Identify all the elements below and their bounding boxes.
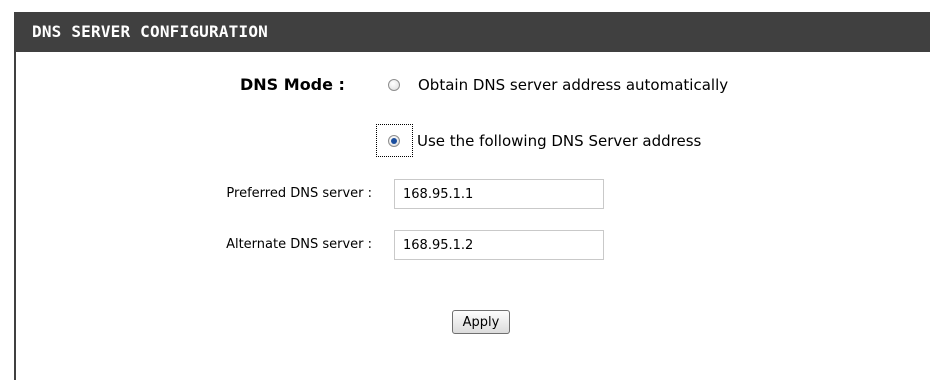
option-use-following-label: Use the following DNS Server address <box>417 132 702 150</box>
preferred-dns-label: Preferred DNS server : <box>226 186 372 201</box>
radio-obtain-automatically[interactable] <box>388 79 400 91</box>
apply-button[interactable]: Apply <box>452 310 510 334</box>
option-obtain-automatically-label: Obtain DNS server address automatically <box>418 76 729 94</box>
section-title: DNS SERVER CONFIGURATION <box>14 12 930 52</box>
alternate-dns-label: Alternate DNS server : <box>226 237 372 252</box>
alternate-dns-input[interactable] <box>394 230 604 260</box>
preferred-dns-input[interactable] <box>394 179 604 209</box>
radio-use-following[interactable] <box>388 135 400 147</box>
dns-mode-label: DNS Mode : <box>240 75 345 94</box>
